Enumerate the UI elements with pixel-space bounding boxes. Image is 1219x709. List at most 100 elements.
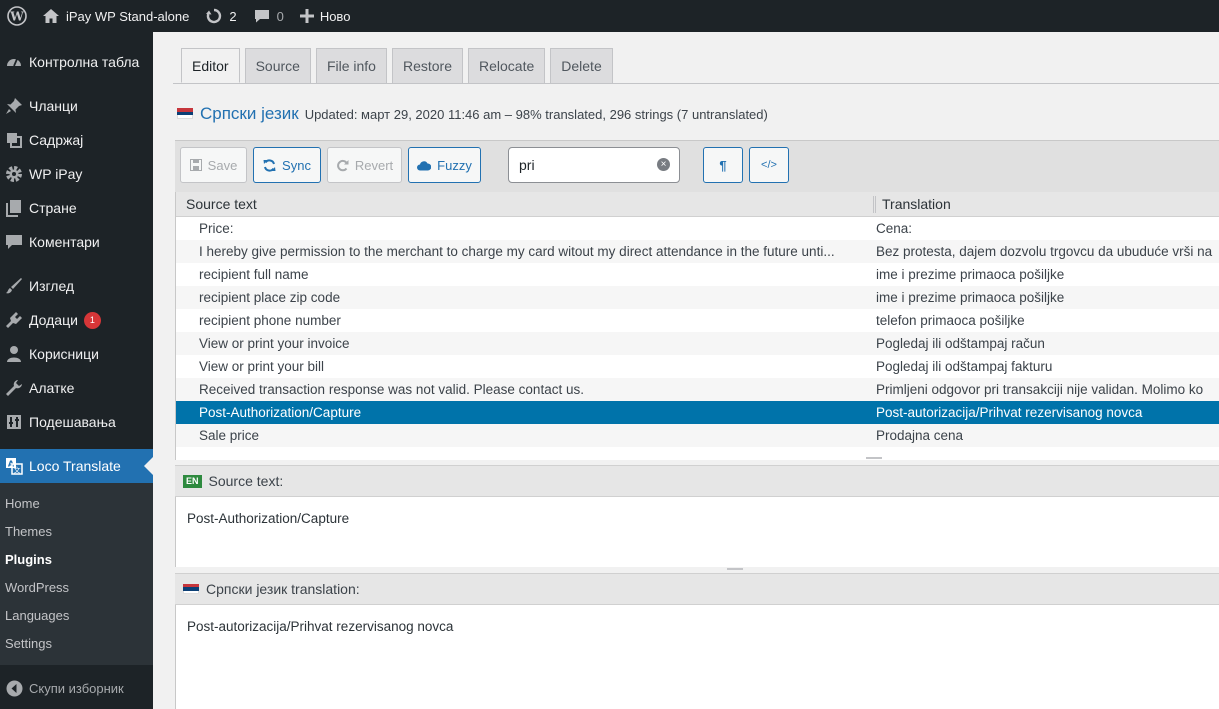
menu-label: Коментари <box>29 234 100 250</box>
grid-body: Price: Cena: I hereby give permission to … <box>176 217 1219 447</box>
translation-textarea[interactable]: Post-autorizacija/Prihvat rezervisanog n… <box>175 605 1219 709</box>
menu-users[interactable]: Корисници <box>0 337 153 371</box>
code-icon: </> <box>761 159 777 171</box>
source-text-box: Post-Authorization/Capture <box>175 497 1219 567</box>
menu-loco-translate[interactable]: A文 Loco Translate <box>0 449 153 483</box>
source-cell: Sale price <box>199 428 260 443</box>
tab-restore[interactable]: Restore <box>391 48 463 83</box>
tab-relocate[interactable]: Relocate <box>468 48 546 83</box>
menu-settings[interactable]: Подешавања <box>0 405 153 439</box>
menu-plugins[interactable]: Додаци 1 <box>0 303 153 337</box>
menu-comments[interactable]: Коментари <box>0 225 153 259</box>
updates-link[interactable]: 2 <box>197 0 244 32</box>
site-name: iPay WP Stand-alone <box>66 8 190 24</box>
sync-button[interactable]: Sync <box>253 147 321 183</box>
dashboard-icon <box>4 52 24 72</box>
locale-name-link[interactable]: Српски језик <box>200 104 299 124</box>
new-content-link[interactable]: Ново <box>292 0 359 32</box>
submenu-settings[interactable]: Settings <box>0 630 153 658</box>
translation-text: Post-autorizacija/Prihvat rezervisanog n… <box>187 619 454 634</box>
submenu-themes[interactable]: Themes <box>0 518 153 546</box>
submenu-languages[interactable]: Languages <box>0 602 153 630</box>
submenu-wordpress[interactable]: WordPress <box>0 574 153 602</box>
submenu-plugins[interactable]: Plugins <box>0 546 153 574</box>
table-row-selected[interactable]: Post-Authorization/Capture Post-autorizac… <box>176 401 1219 424</box>
pilcrow-icon: ¶ <box>719 157 727 173</box>
main-content: Editor Source File info Restore Relocate… <box>153 32 1219 709</box>
collapse-menu-button[interactable]: Скупи изборник <box>0 671 153 705</box>
table-row[interactable]: recipient full name ime i prezime primaoc… <box>176 263 1219 286</box>
updates-icon <box>206 8 222 24</box>
tab-editor[interactable]: Editor <box>181 48 240 83</box>
submenu-home[interactable]: Home <box>0 490 153 518</box>
menu-label: Loco Translate <box>29 458 121 474</box>
menu-label: WP iPay <box>29 166 83 182</box>
fuzzy-button[interactable]: Fuzzy <box>408 147 481 183</box>
editor-tabs: Editor Source File info Restore Relocate… <box>181 48 618 83</box>
clear-search-icon[interactable]: × <box>657 158 670 171</box>
menu-wp-ipay[interactable]: WP iPay <box>0 157 153 191</box>
translation-cell: Pogledaj ili odštampaj fakturu <box>876 359 1053 374</box>
translation-cell: ime i prezime primaoca pošiljke <box>876 267 1065 282</box>
tab-source[interactable]: Source <box>244 48 311 83</box>
site-name-link[interactable]: iPay WP Stand-alone <box>34 0 197 32</box>
table-row[interactable]: Received transaction response was not va… <box>176 378 1219 401</box>
menu-pages[interactable]: Стране <box>0 191 153 225</box>
menu-posts[interactable]: Чланци <box>0 89 153 123</box>
column-source-header[interactable]: Source text <box>176 195 876 213</box>
media-icon <box>4 130 24 150</box>
locale-header: Српски језик Updated: март 29, 2020 11:4… <box>177 104 768 124</box>
collapse-label: Скупи изборник <box>29 680 124 696</box>
translation-cell: ime i prezime primaoca pošiljke <box>876 290 1065 305</box>
comments-count: 0 <box>276 8 284 24</box>
loco-submenu: Home Themes Plugins WordPress Languages … <box>0 483 153 665</box>
filter-search-input[interactable]: pri × <box>508 147 680 183</box>
wordpress-logo-icon[interactable]: W <box>0 0 34 32</box>
resize-grip[interactable] <box>866 457 882 459</box>
table-row[interactable]: Price: Cena: <box>176 217 1219 240</box>
brush-icon <box>4 276 24 296</box>
table-row[interactable]: View or print your bill Pogledaj ili odšt… <box>176 355 1219 378</box>
english-flag-icon: EN <box>183 474 202 488</box>
editor-toolbar: Save Sync Revert Fuzzy pri × ¶ </> <box>175 140 1219 198</box>
serbia-flag-icon <box>183 583 199 595</box>
comment-bubble-icon <box>254 10 269 23</box>
menu-label: Алатке <box>29 380 75 396</box>
locale-status: Updated: март 29, 2020 11:46 am – 98% tr… <box>304 107 768 122</box>
save-button[interactable]: Save <box>180 147 247 183</box>
table-row[interactable]: recipient phone number telefon primaoca p… <box>176 309 1219 332</box>
table-row[interactable]: I hereby give permission to the merchant… <box>176 240 1219 263</box>
comments-link[interactable]: 0 <box>245 0 292 32</box>
menu-dashboard[interactable]: Контролна табла <box>0 45 153 79</box>
tab-file-info[interactable]: File info <box>315 48 387 83</box>
home-icon <box>43 9 59 23</box>
source-text: Post-Authorization/Capture <box>187 511 350 526</box>
source-cell: View or print your bill <box>199 359 325 374</box>
menu-label: Корисници <box>29 346 99 362</box>
menu-label: Садржај <box>29 132 84 148</box>
plugin-updates-badge: 1 <box>83 311 101 329</box>
translation-cell: Cena: <box>876 221 913 236</box>
translation-cell: Primljeni odgovor pri transakciji nije v… <box>876 382 1204 397</box>
column-translation-header[interactable]: Translation <box>876 196 951 212</box>
toggle-code-button[interactable]: </> <box>749 147 789 183</box>
plugin-icon <box>4 310 24 330</box>
table-row[interactable]: Sale price Prodajna cena <box>176 424 1219 447</box>
menu-tools[interactable]: Алатке <box>0 371 153 405</box>
menu-media[interactable]: Садржај <box>0 123 153 157</box>
tab-delete[interactable]: Delete <box>550 48 613 83</box>
toggle-invisibles-button[interactable]: ¶ <box>703 147 743 183</box>
menu-appearance[interactable]: Изглед <box>0 269 153 303</box>
plus-icon <box>299 9 314 23</box>
revert-button[interactable]: Revert <box>327 147 402 183</box>
resize-grip[interactable] <box>727 568 743 570</box>
fuzzy-label: Fuzzy <box>437 157 472 173</box>
comment-icon <box>4 232 24 252</box>
source-pane-title: Source text: <box>208 473 284 489</box>
revert-label: Revert <box>354 157 394 173</box>
svg-text:文: 文 <box>14 466 21 475</box>
table-row[interactable]: recipient place zip code ime i prezime pr… <box>176 286 1219 309</box>
table-row[interactable]: View or print your invoice Pogledaj ili o… <box>176 332 1219 355</box>
menu-label: Подешавања <box>29 414 116 430</box>
translation-cell: Pogledaj ili odštampaj račun <box>876 336 1045 351</box>
